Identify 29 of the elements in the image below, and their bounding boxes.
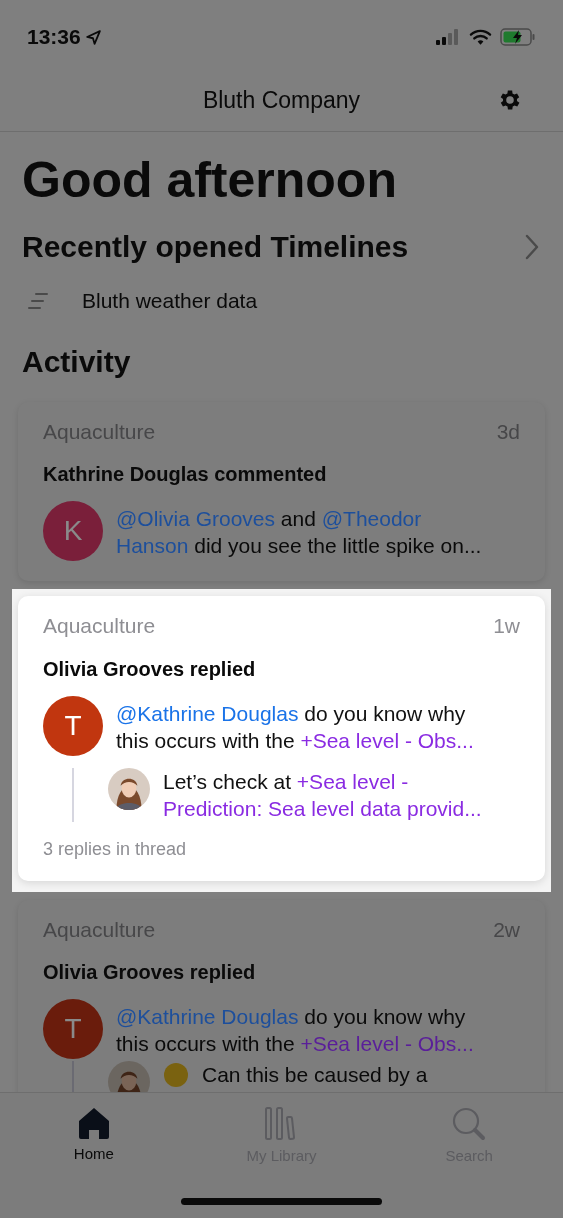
comment-text: @Kathrine Douglas do you know why this occurs with the +Sea level - Obs... (116, 700, 475, 754)
time-label: 1w (493, 613, 520, 639)
search-icon (452, 1107, 487, 1141)
comment-text: @Olivia Grooves and @Theodor Hanson did you see the little spike on... (116, 506, 483, 559)
section-heading: Recently opened Timelines (22, 229, 409, 265)
timeline-item[interactable]: Bluth weather data (0, 285, 563, 317)
signal-icon (435, 29, 461, 45)
project-label: Aquaculture (43, 613, 156, 639)
activity-headline: Kathrine Douglas commented (43, 462, 328, 487)
avatar: K (43, 501, 103, 561)
screen-title: Bluth Company (202, 86, 361, 116)
activity-headline: Olivia Grooves replied (43, 960, 257, 985)
reply-text: Let’s check at +Sea level - Prediction: Sea level data provid... (163, 768, 483, 822)
lines-icon (28, 291, 48, 310)
reply-text: Can this be caused by a (202, 1062, 429, 1088)
comment-text: @Kathrine Douglas do you know why this occurs with the +Sea level - Obs... (116, 1004, 475, 1057)
thread-count: 3 replies in thread (43, 837, 188, 861)
wifi-icon (469, 28, 492, 46)
avatar: T (43, 695, 103, 756)
battery-charging-icon (500, 28, 536, 46)
home-icon (76, 1107, 111, 1139)
activity-card[interactable]: Aquaculture 1w Olivia Grooves replied T @Kathrine Douglas do you know why this occurs with the +Sea level - Obs... Let’s check at +Sea level - Prediction: Sea level data provid... 3 replies in thread (18, 596, 545, 881)
avatar: T (43, 999, 103, 1059)
tab-button[interactable]: Home (0, 1107, 188, 1168)
activity-headline: Olivia Grooves replied (43, 656, 257, 682)
status-time: 13:36 (27, 24, 81, 51)
greeting-heading: Good afternoon (21, 151, 398, 210)
section-heading: Activity (21, 343, 132, 380)
location-arrow-icon (84, 28, 102, 46)
